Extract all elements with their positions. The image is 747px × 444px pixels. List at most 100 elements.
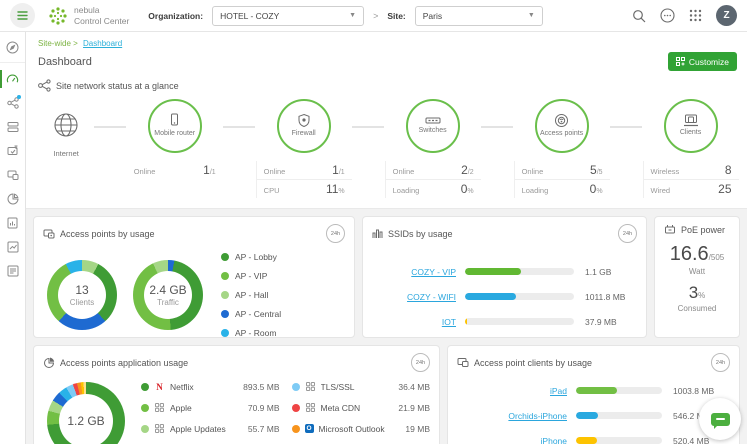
customize-label: Customize xyxy=(689,57,729,67)
usage-bar-label[interactable]: COZY - VIP xyxy=(372,267,465,277)
connector-line xyxy=(481,126,513,128)
site-value: Paris xyxy=(423,11,442,21)
app-color-dot xyxy=(141,425,149,433)
sidebar-item-configuration[interactable] xyxy=(0,139,25,163)
sidebar-item-site-overview[interactable] xyxy=(0,32,25,63)
period-badge[interactable]: 24h xyxy=(618,224,637,243)
app-usage-row: Apple 70.9 MB xyxy=(141,397,280,418)
search-icon[interactable] xyxy=(632,9,646,23)
usage-bar-track xyxy=(576,437,662,444)
app-color-dot xyxy=(292,383,300,391)
widget-ap-usage: Access points by usage 24h 13 Clients 2.… xyxy=(33,216,355,338)
apps-grid-icon[interactable] xyxy=(689,9,702,22)
usage-bar-label[interactable]: COZY - WIFI xyxy=(372,292,465,302)
app-usage-row: Meta CDN 21.9 MB xyxy=(292,397,431,418)
status-node-stats: Wireless8 Wired25 xyxy=(643,161,739,198)
usage-bar-row: Orchids-iPhone 546.2 MB xyxy=(457,403,730,428)
sidebar-item-devices[interactable] xyxy=(0,115,25,139)
legend-label: AP - VIP xyxy=(235,271,267,281)
user-avatar[interactable]: Z xyxy=(716,5,737,26)
legend-dot xyxy=(221,310,229,318)
status-node-circle[interactable]: Clients xyxy=(664,99,718,153)
sidebar-item-topology[interactable] xyxy=(0,91,25,115)
status-node-circle[interactable]: Access points xyxy=(535,99,589,153)
legend-dot xyxy=(221,272,229,280)
usage-bar-value: 1011.8 MB xyxy=(574,292,637,302)
sidebar-item-logs[interactable] xyxy=(0,259,25,283)
organization-value: HOTEL - COZY xyxy=(220,11,279,21)
chevron-down-icon: ▼ xyxy=(520,12,535,19)
breadcrumb-dashboard-link[interactable]: Dashboard xyxy=(83,39,122,48)
usage-bar-row: IOT 37.9 MB xyxy=(372,309,637,334)
status-node-label: Mobile router xyxy=(154,130,195,138)
app-name: TLS/SSL xyxy=(321,382,394,392)
organization-select[interactable]: HOTEL - COZY ▼ xyxy=(212,6,364,26)
status-node-stats: Online2/2 Loading0% xyxy=(385,161,481,198)
sidebar-item-clients[interactable] xyxy=(0,163,25,187)
usage-bar-value: 1.1 GB xyxy=(574,267,637,277)
sidebar-item-applications[interactable] xyxy=(0,187,25,211)
status-node-stats: Online1/1 CPU11% xyxy=(256,161,352,198)
usage-bar-track xyxy=(465,293,574,300)
app-name: Apple Updates xyxy=(170,424,243,434)
usage-bar-label[interactable]: Orchids-iPhone xyxy=(457,411,576,421)
app-value: 70.9 MB xyxy=(248,403,280,413)
hamburger-menu-button[interactable] xyxy=(10,3,35,28)
status-stat-row: CPU11% xyxy=(257,179,352,198)
live-chat-button[interactable] xyxy=(699,398,741,440)
generic-app-icon xyxy=(305,382,316,392)
status-node-label: Firewall xyxy=(292,130,316,138)
connector-line xyxy=(94,126,126,128)
status-stat-row: Online1/1 xyxy=(257,161,352,179)
connector-line xyxy=(352,126,384,128)
status-node-circle[interactable]: Firewall xyxy=(277,99,331,153)
period-badge[interactable]: 24h xyxy=(326,224,345,243)
status-node-circle[interactable]: Mobile router xyxy=(148,99,202,153)
status-node-circle[interactable]: Switches xyxy=(406,99,460,153)
usage-bar-row: iPhone 520.4 MB xyxy=(457,428,730,444)
sidebar-item-analytics[interactable] xyxy=(0,235,25,259)
usage-bar-label[interactable]: iPhone xyxy=(457,436,576,444)
breadcrumb-site-wide[interactable]: Site-wide > xyxy=(38,39,78,48)
widget-title: Access points by usage xyxy=(60,229,155,239)
status-node: Access points Online5/5 Loading0% xyxy=(513,99,610,198)
pie-chart-icon xyxy=(43,357,55,369)
period-badge[interactable]: 24h xyxy=(711,353,730,372)
app-name: Meta CDN xyxy=(321,403,394,413)
topbar: nebula Control Center Organization: HOTE… xyxy=(0,0,747,32)
status-node: Firewall Online1/1 CPU11% xyxy=(255,99,352,198)
usage-bar-label[interactable]: IOT xyxy=(372,317,465,327)
pie-chart-icon xyxy=(7,193,19,205)
usage-bar-value: 37.9 MB xyxy=(574,317,637,327)
app-name: Microsoft Outlook xyxy=(319,424,401,434)
usage-bar-track xyxy=(576,387,662,394)
sidebar-item-reports[interactable] xyxy=(0,211,25,235)
status-node-label: Access points xyxy=(540,130,583,138)
customize-grid-icon xyxy=(676,57,685,66)
usage-bar-label[interactable]: iPad xyxy=(457,386,576,396)
chat-bubble-icon xyxy=(711,413,730,426)
usage-bar-row: COZY - WIFI 1011.8 MB xyxy=(372,284,637,309)
period-badge[interactable]: 24h xyxy=(411,353,430,372)
clients-icon xyxy=(457,357,469,368)
legend-item: AP - Central xyxy=(221,309,281,319)
feedback-icon[interactable] xyxy=(660,8,675,23)
usage-bar-row: COZY - VIP 1.1 GB xyxy=(372,259,637,284)
ap-usage-donut: 13 Clients xyxy=(47,260,117,330)
nebula-logo[interactable]: nebula Control Center xyxy=(48,5,129,25)
ap-icon xyxy=(554,113,569,128)
line-chart-icon xyxy=(7,241,19,253)
app-name: Apple xyxy=(170,403,243,413)
outlook-icon: O xyxy=(305,424,314,433)
sidebar-item-dashboard[interactable] xyxy=(0,67,25,91)
access-point-icon xyxy=(43,228,55,239)
donut-value: 2.4 GB xyxy=(149,283,186,297)
status-node: Clients Wireless8 Wired25 xyxy=(642,99,739,198)
legend-item: AP - VIP xyxy=(221,271,281,281)
notification-dot xyxy=(17,95,21,99)
site-select[interactable]: Paris ▼ xyxy=(415,6,543,26)
router-icon xyxy=(168,113,181,128)
widget-poe-power: PoE power 16.6/505 Watt 3% Consumed xyxy=(654,216,740,338)
widget-title: Access point clients by usage xyxy=(474,358,592,368)
customize-button[interactable]: Customize xyxy=(668,52,737,71)
